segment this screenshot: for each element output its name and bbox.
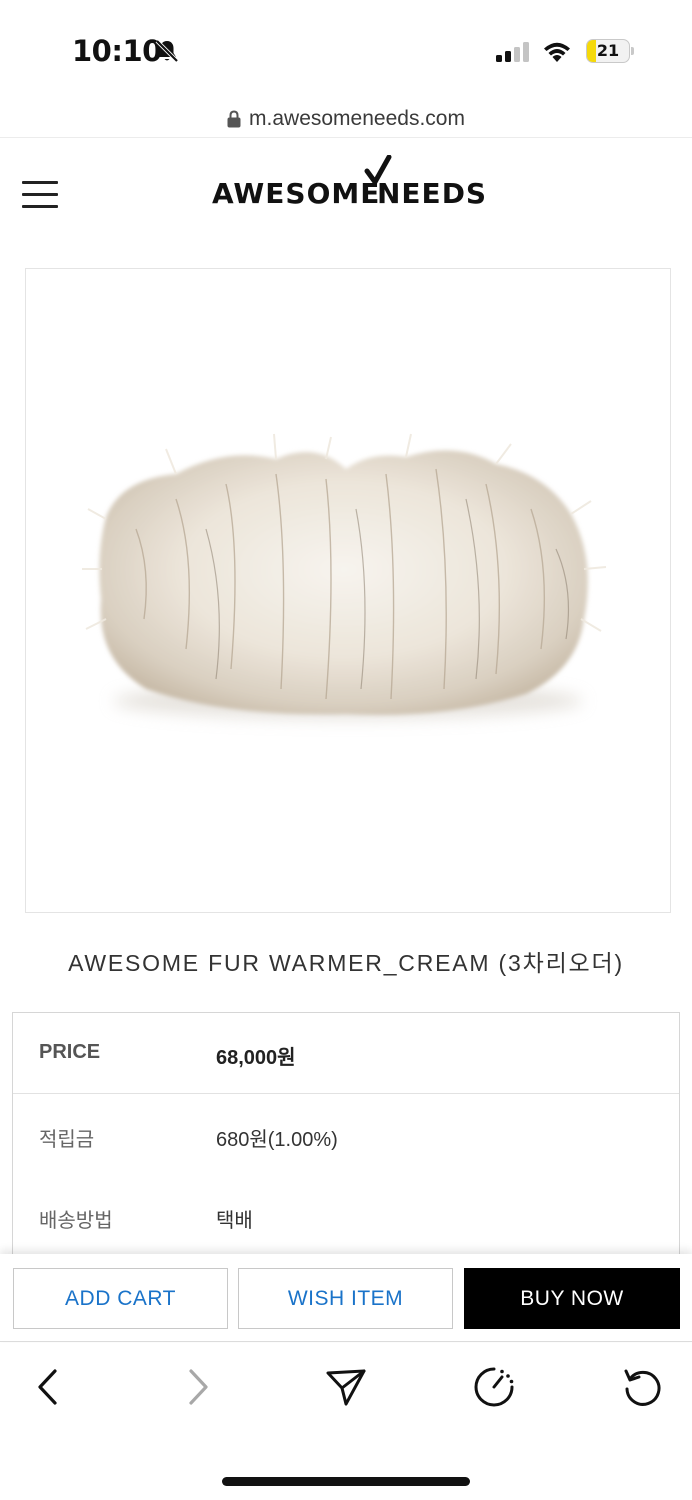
- logo-word-awesome: AWESOME: [212, 177, 381, 210]
- product-info-table: PRICE 68,000원 적립금 680원(1.00%) 배송방법 택배: [12, 1012, 680, 1272]
- logo-word-needs: NEEDS: [377, 177, 488, 210]
- shipping-label: 배송방법: [39, 1210, 113, 1232]
- site-logo[interactable]: AWESOME NEEDS: [212, 155, 486, 210]
- status-time: 10:10: [72, 34, 162, 68]
- points-value: 680원(1.00%): [216, 1129, 338, 1151]
- home-indicator[interactable]: [222, 1477, 470, 1486]
- reload-icon[interactable]: [620, 1365, 664, 1409]
- forward-icon[interactable]: [176, 1365, 220, 1409]
- shipping-value: 택배: [216, 1210, 253, 1232]
- bell-slash-icon: [155, 39, 179, 63]
- info-row-points: 적립금 680원(1.00%): [13, 1095, 679, 1176]
- battery-icon: 21: [586, 39, 634, 63]
- buy-now-button[interactable]: BUY NOW: [464, 1268, 680, 1329]
- address-bar[interactable]: m.awesomeneeds.com: [0, 100, 692, 138]
- info-row-price: PRICE 68,000원: [13, 1013, 679, 1094]
- url-text: m.awesomeneeds.com: [249, 106, 465, 130]
- speed-icon[interactable]: [472, 1365, 516, 1409]
- add-cart-button[interactable]: ADD CART: [13, 1268, 228, 1329]
- status-bar: 10:10 21: [0, 0, 692, 100]
- product-image-frame[interactable]: [25, 268, 671, 913]
- site-header: AWESOME NEEDS: [0, 139, 692, 249]
- signal-icon: [496, 42, 529, 62]
- purchase-action-bar: ADD CART WISH ITEM BUY NOW: [0, 1254, 692, 1342]
- points-label: 적립금: [39, 1129, 95, 1151]
- lock-icon: [227, 109, 241, 127]
- back-icon[interactable]: [26, 1365, 70, 1409]
- wish-item-button[interactable]: WISH ITEM: [238, 1268, 453, 1329]
- product-image: [82, 433, 607, 719]
- battery-level: 21: [596, 41, 620, 60]
- info-row-shipping: 배송방법 택배: [13, 1176, 679, 1257]
- browser-toolbar: [0, 1343, 692, 1500]
- price-value: 68,000원: [216, 1047, 296, 1069]
- wifi-icon: [544, 42, 570, 62]
- product-name: AWESOME FUR WARMER_CREAM (3차리오더): [68, 950, 624, 976]
- share-icon[interactable]: [324, 1365, 368, 1409]
- price-label: PRICE: [39, 1041, 101, 1063]
- hamburger-menu-icon[interactable]: [22, 181, 58, 209]
